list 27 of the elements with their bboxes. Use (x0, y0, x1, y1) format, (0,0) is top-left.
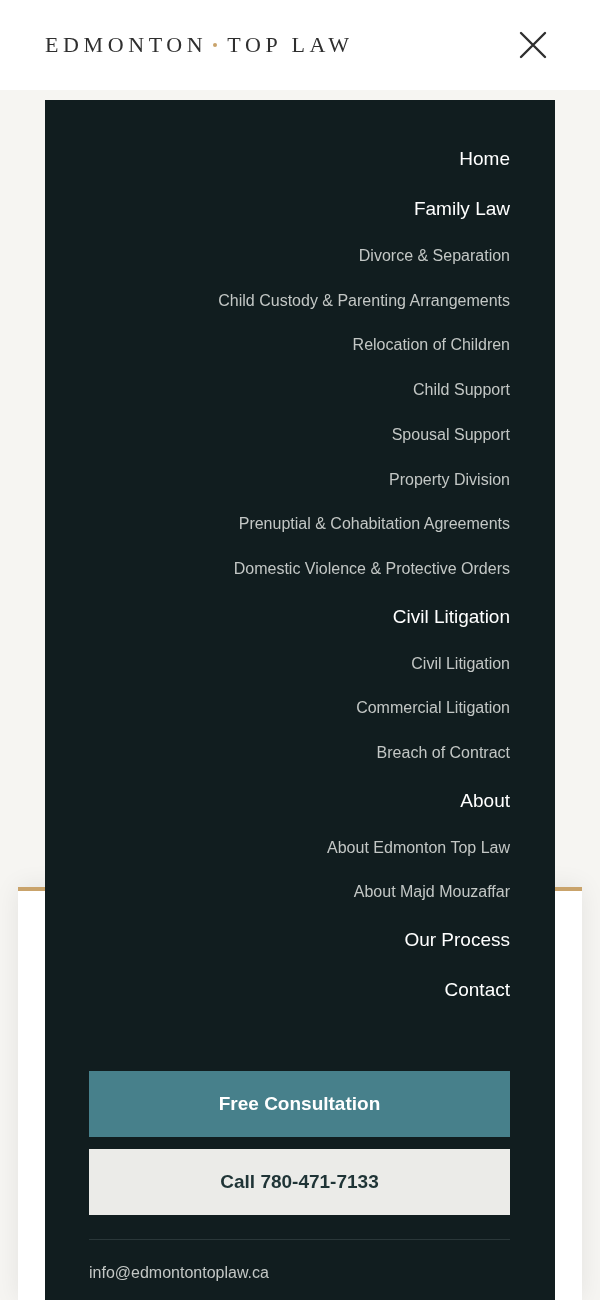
submenu-link[interactable]: Spousal Support (89, 412, 510, 458)
submenu-link[interactable]: About Edmonton Top Law (89, 825, 510, 871)
submenu-link[interactable]: About Majd Mouzaffar (89, 870, 510, 916)
logo-text: EDMONTON (45, 32, 208, 58)
menu-link[interactable]: Home (89, 134, 510, 184)
menu-link[interactable]: Family Law (89, 184, 510, 234)
close-icon (519, 31, 547, 59)
submenu-link[interactable]: Civil Litigation (89, 641, 510, 687)
logo-dot-icon (213, 43, 218, 47)
submenu-link[interactable]: Child Support (89, 368, 510, 413)
submenu-link[interactable]: Property Division (89, 457, 510, 503)
email-link[interactable]: info@edmontontoplaw.ca (89, 1264, 269, 1283)
menu-link[interactable]: Contact (89, 965, 510, 1016)
logo-text: TOP LAW (227, 32, 354, 58)
submenu-link[interactable]: Relocation of Children (89, 323, 510, 369)
submenu-link[interactable]: Domestic Violence & Protective Orders (89, 546, 510, 592)
close-button[interactable] (519, 31, 547, 59)
menu-link[interactable]: Civil Litigation (89, 591, 510, 642)
submenu-link[interactable]: Child Custody & Parenting Arrangements (89, 278, 510, 324)
submenu-link[interactable]: Commercial Litigation (89, 686, 510, 732)
submenu-link[interactable]: Breach of Contract (89, 731, 510, 776)
menu-link[interactable]: About (89, 775, 510, 826)
call-button[interactable]: Call 780-471-7133 (89, 1149, 510, 1216)
consultation-button[interactable]: Free Consultation (89, 1071, 510, 1138)
menu-link[interactable]: Our Process (89, 915, 510, 966)
submenu-link[interactable]: Divorce & Separation (89, 234, 510, 279)
submenu-link[interactable]: Prenuptial & Cohabitation Agreements (89, 502, 510, 547)
